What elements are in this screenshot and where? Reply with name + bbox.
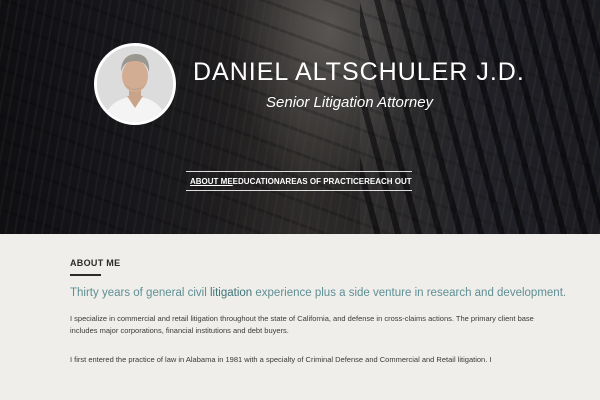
page-subtitle: Senior Litigation Attorney	[266, 94, 434, 111]
lead-text: Thirty years of general civil litigation…	[70, 287, 566, 299]
main-nav: ABOUT ME EDUCATION AREAS OF PRACTICE REA…	[186, 171, 412, 191]
nav-item-areas-of-practice[interactable]: AREAS OF PRACTICE	[280, 177, 364, 186]
nav-item-about-me[interactable]: ABOUT ME	[190, 177, 233, 186]
about-paragraph-2: I first entered the practice of law in A…	[70, 355, 492, 364]
lead-text-end: experience plus a side venture in resear…	[255, 287, 567, 299]
lead-text-highlight: litigation	[209, 287, 253, 299]
portrait-image	[97, 46, 173, 122]
lead-text-start: Thirty years of general civil	[70, 287, 207, 299]
nav-item-education[interactable]: EDUCATION	[233, 177, 280, 186]
avatar	[94, 43, 176, 125]
section-title: ABOUT ME	[70, 258, 121, 268]
nav-item-reach-out[interactable]: REACH OUT	[364, 177, 412, 186]
about-section: ABOUT ME Thirty years of general civil l…	[70, 258, 566, 366]
page-title: DANIEL ALTSCHULER J.D.	[193, 58, 525, 86]
about-paragraph-1: I specialize in commercial and retail li…	[70, 314, 534, 335]
hero-banner: DANIEL ALTSCHULER J.D. Senior Litigation…	[0, 0, 600, 234]
hero-overlay	[0, 0, 600, 234]
section-title-underline	[70, 274, 101, 276]
